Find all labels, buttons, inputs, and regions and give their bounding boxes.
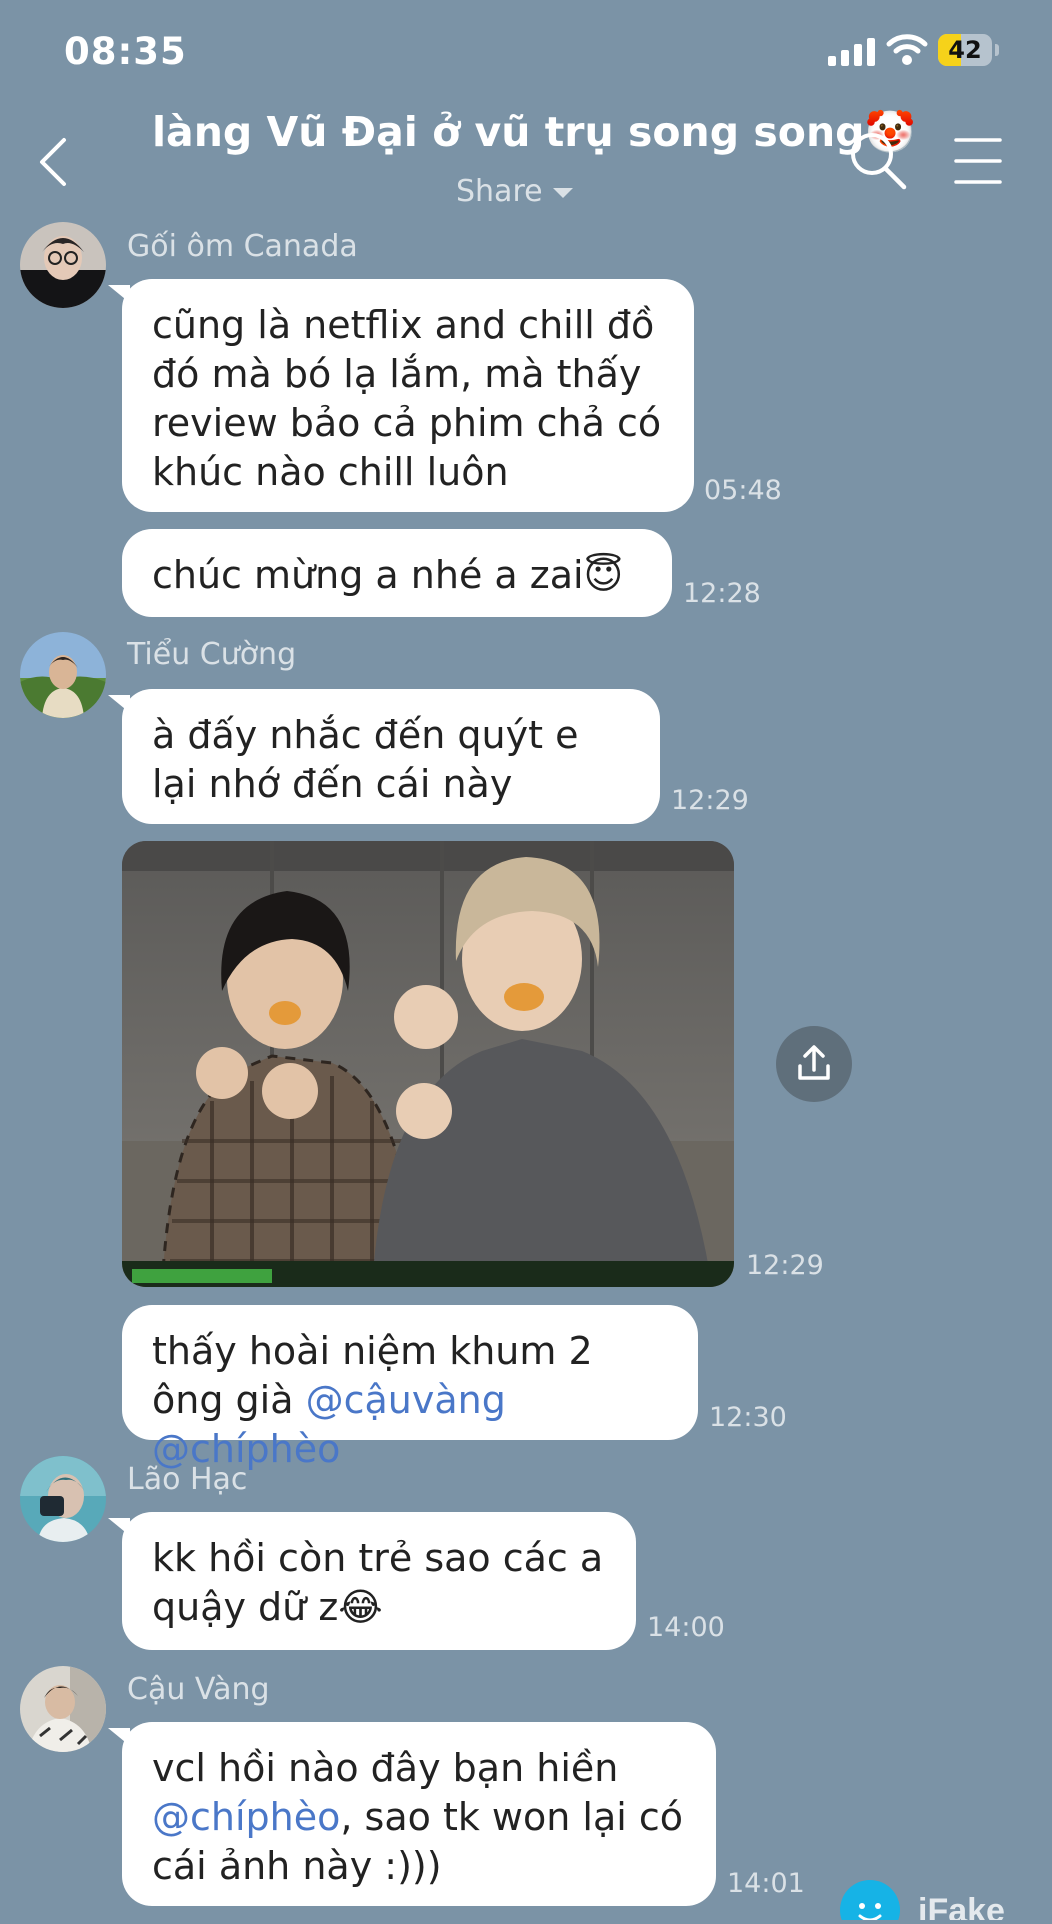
message-time: 12:30 (709, 1402, 787, 1433)
share-button[interactable] (776, 1026, 852, 1102)
message-time: 14:00 (647, 1612, 725, 1643)
sender-name: Gối ôm Canada (127, 229, 358, 264)
mention-link[interactable]: @chíphèo (152, 1795, 340, 1839)
search-button[interactable] (848, 130, 908, 192)
message-time: 05:48 (704, 475, 782, 506)
avatar-tieu-cuong[interactable] (20, 632, 106, 718)
message-bubble[interactable]: cũng là netflix and chill đồ đó mà bó lạ… (108, 279, 694, 512)
status-time: 08:35 (64, 30, 187, 73)
message-bubble[interactable]: thấy hoài niệm khum 2 ông già @cậuvàng @… (122, 1305, 698, 1471)
share-label: Share (456, 174, 543, 209)
avatar-cau-vang[interactable] (20, 1666, 106, 1752)
ifake-watermark: iFake (838, 1878, 1052, 1924)
message-time: 14:01 (727, 1868, 805, 1899)
message-text: kk hồi còn trẻ sao các a quậy dữ z😂 (152, 1536, 604, 1629)
sender-name: Tiểu Cường (127, 637, 297, 672)
wifi-icon (886, 32, 928, 66)
back-chevron-icon (40, 138, 66, 186)
caret-down-icon (552, 187, 573, 198)
message-text: à đấy nhắc đến quýt e lại nhớ đến cái nà… (152, 713, 579, 806)
share-upload-icon (798, 1045, 830, 1080)
watermark-text: iFake (918, 1892, 1005, 1920)
sender-name: Cậu Vàng (127, 1672, 270, 1707)
search-icon (851, 133, 907, 190)
message-text: cũng là netflix and chill đồ đó mà bó lạ… (152, 303, 662, 494)
share-dropdown[interactable]: Share (456, 174, 573, 209)
mention-link[interactable]: @cậuvàng (306, 1378, 506, 1422)
message-time: 12:29 (671, 785, 749, 816)
hamburger-menu-icon (954, 138, 1002, 184)
avatar-lao-hac[interactable] (20, 1456, 106, 1542)
avatar-goi-om-canada[interactable] (20, 222, 106, 308)
back-button[interactable] (30, 132, 76, 192)
message-bubble[interactable]: vcl hồi nào đây bạn hiền @chíphèo, sao t… (108, 1722, 716, 1906)
sender-name: Lão Hạc (127, 1462, 248, 1497)
message-time: 12:28 (683, 578, 761, 609)
battery-level-text: 42 (948, 36, 982, 64)
message-text: vcl hồi nào đây bạn hiền (152, 1746, 619, 1790)
message-text: chúc mừng a nhé a zai😇 (152, 553, 624, 597)
message-bubble[interactable]: à đấy nhắc đến quýt e lại nhớ đến cái nà… (108, 689, 660, 824)
chat-title[interactable]: làng Vũ Đại ở vũ trụ song song🤡 (152, 108, 916, 157)
cellular-signal-icon (828, 36, 876, 66)
message-time: 12:29 (746, 1250, 824, 1281)
message-bubble[interactable]: kk hồi còn trẻ sao các a quậy dữ z😂 (108, 1512, 636, 1650)
message-bubble[interactable]: chúc mừng a nhé a zai😇 (122, 529, 672, 617)
image-message[interactable] (122, 841, 734, 1287)
battery-indicator: 42 (938, 34, 1000, 66)
menu-button[interactable] (954, 136, 1002, 186)
